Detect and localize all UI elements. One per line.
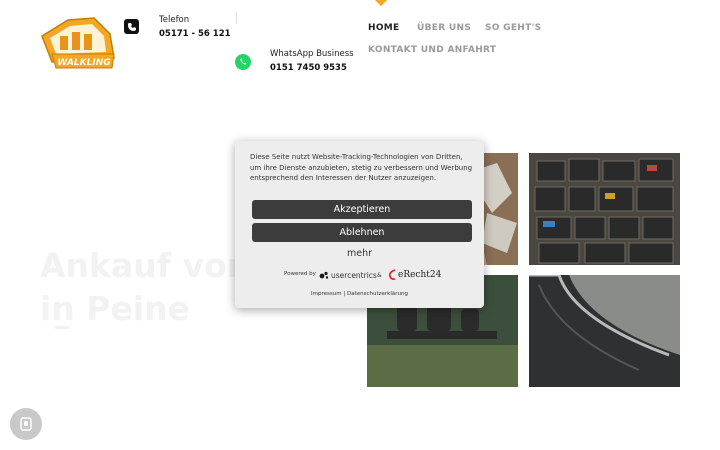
privacy-settings-button[interactable]: [10, 408, 42, 440]
active-nav-marker: [373, 0, 389, 7]
more-link[interactable]: mehr: [235, 248, 484, 259]
phone-icon[interactable]: [124, 19, 139, 34]
whatsapp-number[interactable]: 0151 7450 9535: [270, 63, 347, 73]
erecht24-logo-icon: [389, 269, 396, 280]
hero-title-line1: Ankauf von: [40, 246, 251, 285]
powered-by-label: Powered by: [284, 271, 316, 277]
datenschutz-link[interactable]: Datenschutzerklärung: [347, 291, 408, 297]
decline-button[interactable]: Ablehnen: [252, 223, 472, 242]
usercentrics-logo-icon: [319, 271, 329, 279]
accept-button[interactable]: Akzeptieren: [252, 200, 472, 219]
consent-footer-links: Impressum | Datenschutzerklärung: [235, 291, 484, 297]
ampersand: &: [377, 272, 382, 279]
footer-separator: |: [343, 291, 346, 297]
scrap-metal-sheet-photo: [529, 275, 680, 387]
whatsapp-icon[interactable]: [234, 53, 252, 71]
svg-text:WALKLING: WALKLING: [57, 58, 110, 68]
whatsapp-label: WhatsApp Business: [270, 49, 354, 59]
usercentrics-label[interactable]: usercentrics: [331, 271, 377, 280]
old-batteries-photo: [529, 153, 680, 265]
erecht24-label[interactable]: eRecht24: [398, 270, 441, 280]
nav-kontakt[interactable]: KONTAKT UND ANFAHRT: [368, 45, 496, 55]
hero-decoration: [55, 326, 69, 329]
fingerprint-icon: [20, 417, 32, 431]
walkling-logo[interactable]: WALKLING: [38, 14, 118, 70]
hero-title-line2: in Peine: [40, 289, 191, 328]
consent-text: Diese Seite nutzt Website-Tracking-Techn…: [250, 153, 473, 182]
hero-title: Ankauf von in Peine: [40, 244, 250, 330]
nav-so-gehts[interactable]: SO GEHT'S: [485, 23, 541, 33]
cookie-consent-dialog: Diese Seite nutzt Website-Tracking-Techn…: [235, 141, 484, 308]
phone-number[interactable]: 05171 - 56 121: [159, 29, 231, 39]
header-divider: [236, 12, 237, 24]
impressum-link[interactable]: Impressum: [311, 291, 342, 297]
nav-home[interactable]: HOME: [368, 23, 400, 33]
phone-label: Telefon: [159, 15, 190, 25]
nav-ueber-uns[interactable]: ÜBER UNS: [417, 23, 471, 33]
